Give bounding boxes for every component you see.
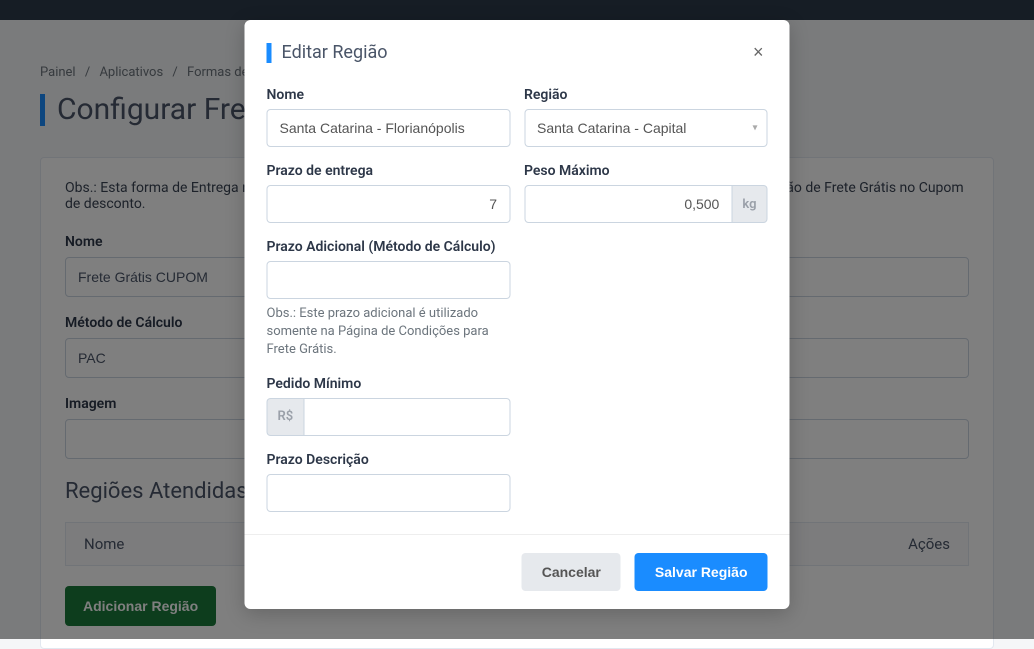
col-prazo-entrega: Prazo de entrega xyxy=(267,163,511,223)
col-regiao: Região ▾ xyxy=(524,87,768,147)
prazo-descricao-label: Prazo Descrição xyxy=(267,452,511,468)
cancel-button[interactable]: Cancelar xyxy=(522,553,621,591)
modal-nome-label: Nome xyxy=(267,87,511,103)
modal-title-wrap: Editar Região xyxy=(267,42,388,63)
prazo-descricao-input[interactable] xyxy=(267,474,511,512)
modal-header: Editar Região × xyxy=(245,20,790,67)
modal-regiao-select[interactable]: ▾ xyxy=(524,109,768,147)
close-icon[interactable]: × xyxy=(749,38,768,67)
col-pedido-minimo: Pedido Mínimo R$ xyxy=(267,376,511,436)
save-region-button[interactable]: Salvar Região xyxy=(635,553,768,591)
modal-title-accent xyxy=(267,43,272,63)
row-prazo-descricao: Prazo Descrição xyxy=(267,452,768,512)
row-prazo-adicional: Prazo Adicional (Método de Cálculo) Obs.… xyxy=(267,239,768,360)
edit-region-modal: Editar Região × Nome Região ▾ Prazo de e… xyxy=(245,20,790,609)
prazo-adicional-label: Prazo Adicional (Método de Cálculo) xyxy=(267,239,511,255)
pedido-minimo-input[interactable] xyxy=(303,398,510,436)
prazo-adicional-input[interactable] xyxy=(267,261,511,299)
currency-addon: R$ xyxy=(267,398,304,436)
modal-footer: Cancelar Salvar Região xyxy=(245,534,790,609)
col-peso-maximo: Peso Máximo kg xyxy=(524,163,768,223)
peso-maximo-group: kg xyxy=(524,185,768,223)
modal-regiao-value[interactable] xyxy=(524,109,768,147)
col-nome: Nome xyxy=(267,87,511,147)
peso-unit-addon: kg xyxy=(732,185,767,223)
row-pedido-minimo: Pedido Mínimo R$ xyxy=(267,376,768,436)
modal-body: Nome Região ▾ Prazo de entrega Peso Máxi… xyxy=(245,67,790,534)
peso-maximo-input[interactable] xyxy=(524,185,732,223)
prazo-adicional-help: Obs.: Este prazo adicional é utilizado s… xyxy=(267,305,511,360)
col-prazo-adicional: Prazo Adicional (Método de Cálculo) Obs.… xyxy=(267,239,511,360)
row-nome-regiao: Nome Região ▾ xyxy=(267,87,768,147)
pedido-minimo-group: R$ xyxy=(267,398,511,436)
peso-maximo-label: Peso Máximo xyxy=(524,163,768,179)
prazo-entrega-label: Prazo de entrega xyxy=(267,163,511,179)
prazo-entrega-input[interactable] xyxy=(267,185,511,223)
col-prazo-descricao: Prazo Descrição xyxy=(267,452,511,512)
row-prazo-peso: Prazo de entrega Peso Máximo kg xyxy=(267,163,768,223)
modal-nome-input[interactable] xyxy=(267,109,511,147)
modal-title: Editar Região xyxy=(282,42,388,63)
modal-regiao-label: Região xyxy=(524,87,768,103)
pedido-minimo-label: Pedido Mínimo xyxy=(267,376,511,392)
